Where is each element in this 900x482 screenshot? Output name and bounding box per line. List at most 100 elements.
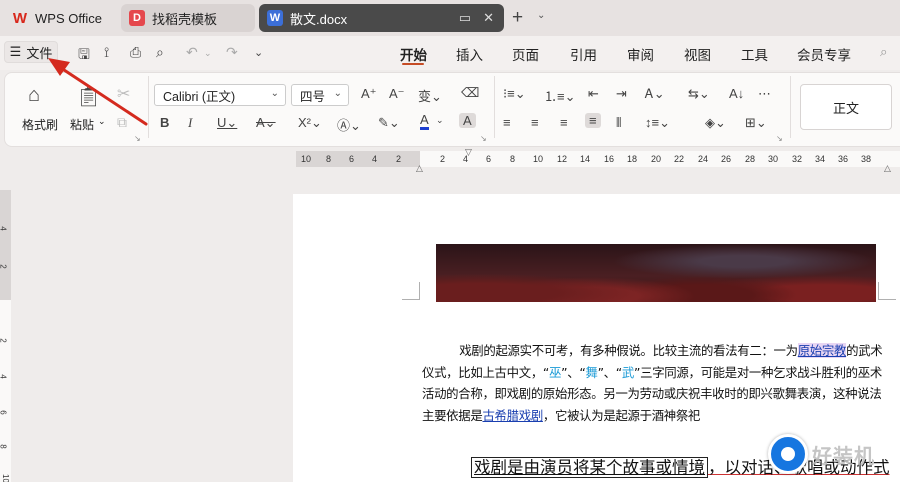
ruler-tick-label: 26: [721, 154, 732, 164]
sort-icon[interactable]: A↓: [729, 86, 744, 101]
text-effect-icon[interactable]: Ⓐ⌄: [337, 115, 361, 134]
paragraph-text: 巫: [549, 364, 562, 380]
hamburger-icon: ☰: [9, 44, 22, 59]
paragraph-text: ，它被认为是起源于酒神祭祀: [542, 407, 701, 423]
font-color-chevron-icon[interactable]: ⌄: [436, 115, 444, 126]
crop-mark: [878, 282, 896, 300]
tab-wps-office[interactable]: W WPS Office: [4, 4, 116, 32]
clipboard-launcher-icon[interactable]: ↘: [134, 134, 141, 143]
tab-references[interactable]: 引用: [570, 44, 597, 64]
ruler-tick-label: 20: [651, 154, 662, 164]
document-page[interactable]: [293, 194, 900, 482]
bold-icon[interactable]: B: [160, 115, 169, 130]
font-name-select[interactable]: Calibri (正文) ⌄: [154, 84, 286, 106]
strikethrough-icon[interactable]: A⌄: [256, 115, 276, 131]
tab-document[interactable]: W 散文.docx ▭ ✕: [259, 4, 504, 32]
new-tab-icon[interactable]: +: [512, 7, 523, 29]
tab-tools[interactable]: 工具: [741, 44, 768, 64]
font-case-icon[interactable]: Ꭺ⌄: [645, 86, 665, 102]
paragraph-launcher-icon[interactable]: ↘: [776, 134, 783, 143]
paste-label[interactable]: 粘贴: [70, 116, 94, 133]
watermark-text: 好装机: [812, 446, 875, 468]
paragraph-body[interactable]: 戏剧的起源实不可考，有多种假说。比较主流的看法有二：一为原始宗教的武术仪式，比如…: [422, 340, 888, 426]
distributed-icon[interactable]: ⫴: [616, 115, 621, 131]
shading-icon[interactable]: ◈⌄: [705, 115, 726, 131]
font-launcher-icon[interactable]: ↘: [480, 134, 487, 143]
ruler-tick-label: 28: [745, 154, 756, 164]
justify-icon[interactable]: ≡: [585, 113, 601, 128]
tab-review[interactable]: 审阅: [627, 44, 654, 64]
copy-icon[interactable]: ⧉: [117, 114, 127, 131]
align-left-icon[interactable]: ≡: [503, 115, 511, 130]
paragraph-text: 戏剧的起源实不可考，有多种假说。比较主流的看法有二：一为: [459, 343, 798, 358]
paste-chevron-icon[interactable]: ⌄: [98, 116, 106, 127]
highlight-icon[interactable]: ✎⌄: [378, 115, 400, 131]
tab-member[interactable]: 会员专享: [797, 44, 851, 64]
ruler-tick-label: 8: [326, 154, 332, 164]
first-line-indent-marker[interactable]: ▽: [465, 147, 472, 158]
redo-icon[interactable]: ↷: [226, 44, 238, 61]
superscript-icon[interactable]: X²⌄: [298, 115, 322, 131]
right-indent-marker[interactable]: △: [884, 163, 891, 174]
decrease-indent-icon[interactable]: ⇤: [588, 86, 599, 102]
ruler-tick-label: 14: [580, 154, 591, 164]
align-right-icon[interactable]: ≡: [560, 115, 568, 130]
tab-page[interactable]: 页面: [512, 44, 539, 64]
cut-icon[interactable]: ✂: [117, 84, 130, 104]
bullet-list-icon[interactable]: ⁝≡⌄: [503, 86, 526, 102]
save-icon[interactable]: 🖫: [78, 44, 90, 68]
monitor-icon[interactable]: ▭: [459, 10, 471, 26]
grow-font-icon[interactable]: A⁺: [361, 86, 377, 102]
vertical-ruler-tick-label: 6: [0, 410, 8, 414]
font-size-select[interactable]: 四号 ⌄: [291, 84, 349, 106]
format-painter-icon[interactable]: ⌂: [28, 84, 40, 107]
style-normal[interactable]: 正文: [800, 84, 892, 130]
paste-icon[interactable]: 📋︎: [76, 84, 101, 109]
vertical-ruler-margin: [0, 190, 11, 300]
wps-logo-icon: W: [12, 9, 28, 27]
font-color-icon[interactable]: A: [420, 113, 429, 130]
numbered-list-icon[interactable]: ⒈≡⌄: [544, 86, 575, 105]
tab-insert[interactable]: 插入: [456, 44, 483, 64]
tab-view[interactable]: 视图: [684, 44, 711, 64]
style-label: 正文: [832, 100, 859, 116]
borders-icon[interactable]: ⊞⌄: [745, 115, 767, 131]
format-painter-label[interactable]: 格式刷: [22, 116, 58, 133]
char-shading-icon[interactable]: A: [459, 113, 476, 128]
header-image[interactable]: [436, 244, 876, 302]
ribbon-separator: [148, 76, 149, 138]
print-icon[interactable]: ⎙: [130, 44, 141, 61]
align-center-icon[interactable]: ≡: [531, 115, 539, 130]
ruler-tick-label: 12: [557, 154, 568, 164]
tab-docer-templates[interactable]: D 找稻壳模板: [121, 4, 255, 32]
clear-format-icon[interactable]: ⌫: [461, 85, 479, 101]
ruler-tick-label: 2: [440, 154, 446, 164]
italic-icon[interactable]: I: [188, 115, 192, 131]
increase-indent-icon[interactable]: ⇥: [616, 86, 627, 102]
tab-home[interactable]: 开始: [400, 44, 427, 64]
selected-text[interactable]: 戏剧是由演员将某个故事或情境: [471, 457, 708, 478]
chevron-down-icon[interactable]: ⌄: [537, 10, 545, 21]
hyperlink[interactable]: 古希腊戏剧: [482, 408, 543, 423]
ruler-tick-label: 38: [861, 154, 872, 164]
ruler-tick-label: 8: [510, 154, 516, 164]
search-icon[interactable]: ⌕: [880, 44, 888, 60]
file-menu-button[interactable]: ☰ 文件: [4, 41, 58, 63]
ruler-tick-label: 4: [372, 154, 378, 164]
text-direction-icon[interactable]: ⇆⌄: [688, 86, 710, 102]
print-preview-icon[interactable]: ⌕: [156, 44, 164, 61]
hanging-indent-marker[interactable]: △: [416, 163, 423, 174]
brush-icon[interactable]: ⟟: [104, 44, 109, 61]
phonetic-guide-icon[interactable]: 变⌄: [418, 86, 442, 105]
underline-icon[interactable]: U⌄: [217, 115, 237, 131]
close-tab-icon[interactable]: ✕: [483, 10, 494, 26]
line-spacing-icon[interactable]: ↕≡⌄: [645, 115, 670, 131]
hyperlink[interactable]: 原始宗教: [797, 343, 846, 358]
undo-chevron-icon[interactable]: ⌄: [204, 48, 212, 59]
shrink-font-icon[interactable]: A⁻: [389, 86, 405, 102]
show-marks-icon[interactable]: ⋯: [758, 86, 771, 102]
undo-icon[interactable]: ↶: [186, 44, 198, 61]
paragraph-text: ”、“: [597, 364, 623, 380]
more-chevron-icon[interactable]: ⌄: [254, 46, 263, 59]
ruler-tick-label: 24: [698, 154, 709, 164]
